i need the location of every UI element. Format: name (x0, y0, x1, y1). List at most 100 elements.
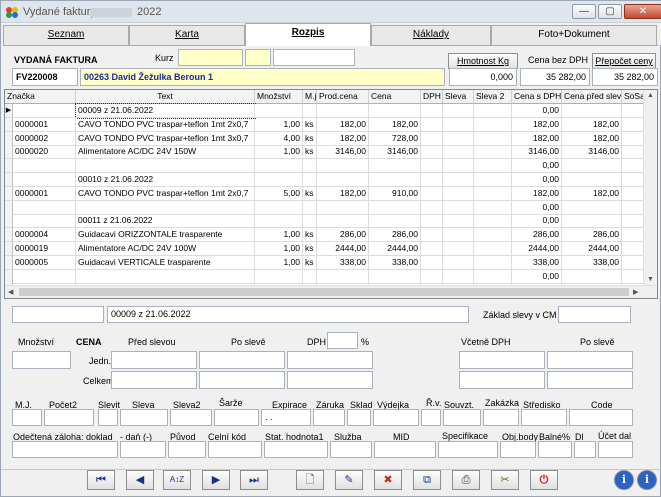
cell-mnozstvi[interactable]: 1,00 (255, 242, 303, 256)
table-row[interactable]: 0000001 CAVO TONDO PVC traspar+teflon 1mt… (5, 186, 645, 201)
cell-text[interactable]: Alimentatore AC/DC 24V 150W (76, 145, 255, 160)
cell-cenapred[interactable] (562, 269, 622, 284)
scroll-up-icon[interactable]: ▲ (647, 92, 654, 99)
prepocet-ceny-button[interactable]: Přepočet ceny (592, 53, 656, 69)
col-header-prodcena[interactable]: Prod.cena (317, 90, 369, 104)
cell-text[interactable] (76, 159, 255, 174)
maximize-button[interactable]: ▢ (598, 4, 622, 19)
grid-vertical-scrollbar[interactable]: ▲ ▼ (643, 90, 657, 286)
cell-sleva[interactable] (443, 159, 474, 174)
celni-kod-field[interactable] (208, 441, 262, 458)
cell-sleva2[interactable] (474, 173, 512, 187)
cell-znacka[interactable] (13, 104, 76, 118)
grid-horizontal-scrollbar[interactable]: ◀ ▶ (5, 285, 657, 298)
cell-znacka[interactable]: 0000001 (13, 186, 76, 201)
specifikace-field[interactable] (438, 441, 498, 458)
scroll-left-icon[interactable]: ◀ (8, 288, 13, 296)
table-row[interactable]: 0000002 CAVO TONDO PVC traspar+teflon 1mt… (5, 131, 645, 146)
vydejka-field[interactable] (373, 409, 419, 426)
cell-dph[interactable] (421, 228, 443, 243)
cell-cena[interactable]: 3146,00 (369, 145, 421, 160)
col-header-cena-s-dph[interactable]: Cena s DPH (512, 90, 562, 104)
col-header-znacka[interactable]: Značka (5, 90, 76, 104)
delete-record-button[interactable]: ✖ (374, 470, 402, 490)
dl-field[interactable] (574, 441, 596, 458)
cell-dph[interactable] (421, 242, 443, 256)
cell-prodcena[interactable]: 182,00 (317, 131, 369, 146)
col-header-mj[interactable]: M.j. (303, 90, 317, 104)
cell-prodcena[interactable] (317, 173, 369, 187)
dan-field[interactable] (120, 441, 166, 458)
cell-prodcena[interactable]: 286,00 (317, 228, 369, 243)
cell-cenapred[interactable]: 182,00 (562, 186, 622, 201)
cell-mj[interactable]: ks (303, 255, 317, 270)
table-row[interactable]: 0,00 (5, 269, 645, 284)
col-header-cena-pred-slevou[interactable]: Cena před slevou (562, 90, 622, 104)
cell-cenasdph[interactable]: 0,00 (512, 214, 562, 229)
cell-text[interactable]: Alimentatore AC/DC 24V 100W (76, 242, 255, 256)
tab-foto-dokument[interactable]: Foto+Dokument (491, 25, 657, 45)
cell-sosa[interactable] (622, 131, 645, 146)
cell-cenapred[interactable] (562, 104, 622, 118)
help-button[interactable]: i (637, 470, 657, 490)
cell-mnozstvi[interactable] (255, 269, 303, 284)
cell-sleva[interactable] (443, 214, 474, 229)
cell-mnozstvi[interactable] (255, 214, 303, 229)
new-record-button[interactable]: 🗋 (296, 470, 324, 490)
cell-sosa[interactable] (622, 173, 645, 187)
cell-cenapred[interactable] (562, 173, 622, 187)
odectena-zaloha-field[interactable] (12, 441, 118, 458)
table-row[interactable]: 0000001 CAVO TONDO PVC traspar+teflon 1mt… (5, 117, 645, 132)
cell-sosa[interactable] (622, 269, 645, 284)
cell-sosa[interactable] (622, 214, 645, 229)
cell-sleva2[interactable] (474, 242, 512, 256)
cell-mnozstvi[interactable] (255, 104, 303, 118)
cell-dph[interactable] (421, 117, 443, 132)
zakazka-field[interactable] (483, 409, 519, 426)
cell-znacka[interactable] (13, 214, 76, 229)
cell-prodcena[interactable]: 182,00 (317, 117, 369, 132)
cell-prodcena[interactable]: 182,00 (317, 186, 369, 201)
cell-sleva[interactable] (443, 131, 474, 146)
cell-mj[interactable] (303, 159, 317, 174)
cell-sosa[interactable] (622, 117, 645, 132)
cell-text[interactable]: 00010 z 21.06.2022 (76, 173, 255, 187)
cell-text[interactable] (76, 269, 255, 284)
cell-sleva[interactable] (443, 173, 474, 187)
cell-text[interactable]: CAVO TONDO PVC traspar+teflon 1mt 2x0,7 (76, 117, 255, 132)
info-button[interactable]: i (614, 470, 634, 490)
cell-cenasdph[interactable]: 3146,00 (512, 145, 562, 160)
cell-cenasdph[interactable]: 286,00 (512, 228, 562, 243)
table-row[interactable]: 0,00 (5, 200, 645, 215)
exit-button[interactable]: ⏻ (530, 470, 558, 490)
cell-sleva2[interactable] (474, 131, 512, 146)
cell-sleva[interactable] (443, 228, 474, 243)
table-row[interactable]: ▶ 00009 z 21.06.2022 0,00 (5, 103, 645, 119)
col-header-sleva2[interactable]: Sleva 2 (474, 90, 512, 104)
cell-cenasdph[interactable]: 182,00 (512, 131, 562, 146)
cell-sleva[interactable] (443, 186, 474, 201)
cell-sleva2[interactable] (474, 104, 512, 118)
cell-mnozstvi[interactable] (255, 159, 303, 174)
cell-cena[interactable] (369, 269, 421, 284)
cell-sosa[interactable] (622, 228, 645, 243)
cell-znacka[interactable] (13, 269, 76, 284)
cell-znacka[interactable] (13, 159, 76, 174)
sleva-field[interactable] (120, 409, 168, 426)
cell-mnozstvi[interactable] (255, 173, 303, 187)
cell-cena[interactable]: 2444,00 (369, 242, 421, 256)
cell-text[interactable] (76, 200, 255, 215)
cell-cena[interactable]: 286,00 (369, 228, 421, 243)
cell-sleva[interactable] (443, 200, 474, 215)
cell-cenapred[interactable]: 338,00 (562, 255, 622, 270)
cell-dph[interactable] (421, 104, 443, 118)
pocet2-field[interactable] (44, 409, 94, 426)
cell-prodcena[interactable]: 2444,00 (317, 242, 369, 256)
po-sleve-dph-celkem-field[interactable] (547, 371, 633, 389)
cell-sleva[interactable] (443, 145, 474, 160)
cell-mnozstvi[interactable]: 1,00 (255, 228, 303, 243)
cell-sleva2[interactable] (474, 186, 512, 201)
cell-cena[interactable] (369, 159, 421, 174)
cell-cenasdph[interactable]: 338,00 (512, 255, 562, 270)
souvzt-field[interactable] (443, 409, 481, 426)
